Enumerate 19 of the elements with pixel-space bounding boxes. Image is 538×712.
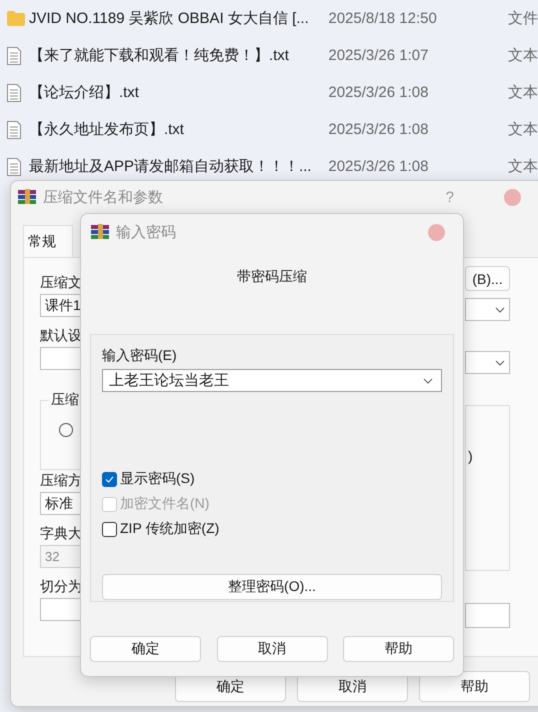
file-type: 文本 bbox=[508, 120, 538, 139]
file-date: 2025/3/26 1:07 bbox=[328, 47, 430, 64]
file-date: 2025/3/26 1:08 bbox=[328, 84, 430, 101]
window-title: 压缩文件名和参数 bbox=[43, 188, 163, 206]
field-label: 压缩方 bbox=[40, 472, 82, 490]
group-label: 压缩 bbox=[49, 391, 81, 409]
file-type: 文本 bbox=[508, 157, 538, 176]
field-label: 压缩文 bbox=[40, 274, 82, 292]
group-text: ) bbox=[468, 448, 473, 464]
file-date: 2025/3/26 1:08 bbox=[328, 158, 430, 175]
window-title: 输入密码 bbox=[116, 222, 176, 242]
file-date: 2025/3/26 1:08 bbox=[328, 121, 430, 138]
dialog-heading: 带密码压缩 bbox=[237, 268, 307, 286]
field-label: 输入密码(E) bbox=[102, 347, 177, 365]
file-date: 2025/8/18 12:50 bbox=[328, 10, 438, 27]
file-type: 文件 bbox=[508, 9, 538, 28]
field-label: 默认设 bbox=[40, 327, 82, 345]
file-type: 文本 bbox=[508, 46, 538, 65]
file-type: 文本 bbox=[508, 83, 538, 102]
